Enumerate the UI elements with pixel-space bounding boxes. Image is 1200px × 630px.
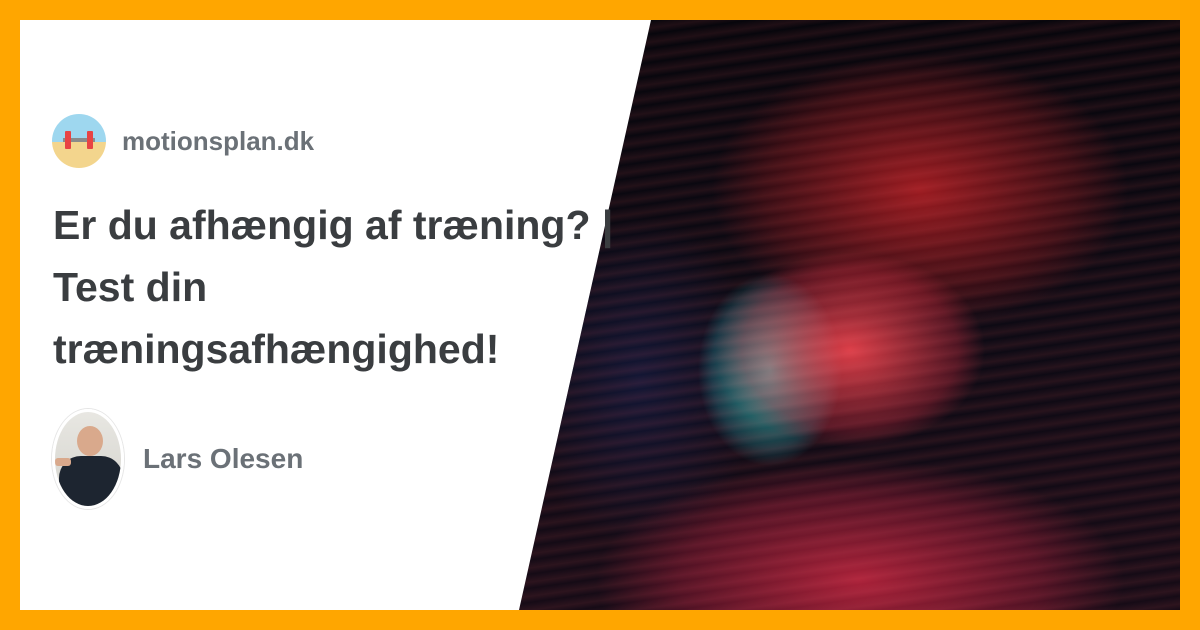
avatar-arm	[55, 458, 71, 466]
author-byline[interactable]: Lars Olesen	[52, 409, 303, 509]
title-line-2: Test din	[53, 264, 208, 310]
site-name: motionsplan.dk	[122, 125, 315, 156]
author-name: Lars Olesen	[143, 443, 304, 474]
barbell-plate-left	[65, 131, 71, 149]
barbell-beach-icon	[52, 114, 106, 168]
article-title: Er du afhængig af træning? | Test din tr…	[53, 194, 653, 380]
social-card: motionsplan.dk Er du afhængig af træning…	[0, 0, 1200, 630]
site-brand[interactable]: motionsplan.dk	[52, 114, 314, 168]
author-avatar	[52, 409, 124, 509]
title-line-3: træningsafhængighed!	[53, 326, 500, 372]
barbell-plate-right	[87, 131, 93, 149]
title-line-1: Er du afhængig af træning? |	[53, 202, 614, 248]
avatar-head	[77, 426, 103, 456]
